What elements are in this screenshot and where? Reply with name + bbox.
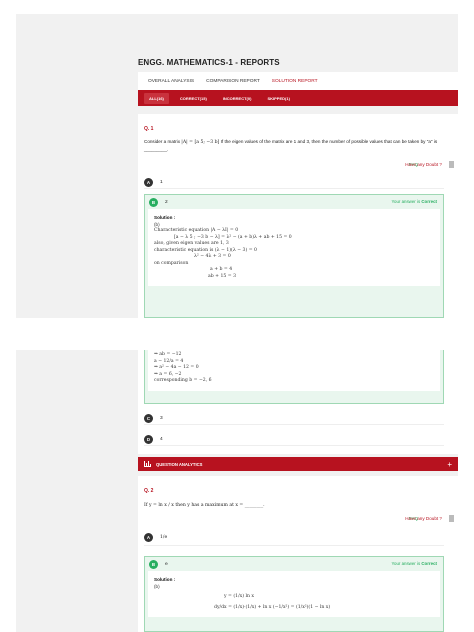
filter-incorrect[interactable]: INCORRECT(0) — [218, 93, 257, 104]
report-page-bottom: ⇒ ab = −12 a − 12/a = 4 ⇒ a² − 4a − 12 =… — [16, 350, 458, 632]
expand-icon[interactable]: + — [447, 460, 452, 469]
question-text: If y = ln x / x then y has a maximum at … — [144, 503, 265, 508]
option-value: 2 — [165, 199, 168, 205]
question-card-1: Q. 1 Consider a matrix |A| = [a 5; −3 b]… — [138, 114, 458, 318]
correct-option-b: B 2 Your answer is Correct Solution : (b… — [144, 194, 444, 318]
matrix-expression: |A| = [a 5; −3 b] — [181, 140, 220, 145]
question-analytics-bar[interactable]: QUESTION ANALYTICS + — [138, 457, 458, 471]
option-letter: A — [144, 533, 153, 542]
option-letter: B — [149, 197, 158, 207]
option-letter: C — [144, 413, 153, 423]
report-page-top: ENGG. MATHEMATICS-1 - REPORTS OVERALL AN… — [16, 14, 458, 318]
question-text-prefix: Consider a matrix — [144, 139, 180, 144]
solution-box: ⇒ ab = −12 a − 12/a = 4 ⇒ a² − 4a − 12 =… — [148, 350, 440, 391]
answer-status: Your answer is Correct — [391, 199, 438, 204]
option-value: 4 — [160, 436, 163, 442]
option-a[interactable]: A 1 — [144, 176, 444, 189]
solution-continued: ⇒ ab = −12 a − 12/a = 4 ⇒ a² − 4a − 12 =… — [144, 350, 444, 404]
solution-line: ab + 15 = 3 — [208, 273, 236, 279]
option-c[interactable]: C 3 — [144, 412, 444, 425]
solution-line: y = (1/x) ln x — [224, 594, 254, 599]
option-letter: D — [144, 434, 153, 444]
filter-correct[interactable]: CORRECT(15) — [175, 93, 212, 104]
option-d[interactable]: D 4 — [144, 433, 444, 446]
bookmark-icon[interactable] — [449, 515, 454, 522]
option-a[interactable]: A 1/e — [144, 530, 444, 546]
question-text: Consider a matrix |A| = [a 5; −3 b] If t… — [144, 138, 450, 153]
tab-overall-analysis[interactable]: OVERALL ANALYSIS — [148, 79, 194, 84]
option-letter: A — [144, 177, 153, 187]
doubt-link[interactable]: Have any Doubt ? — [405, 516, 442, 521]
option-letter: B — [149, 559, 158, 569]
option-value: e — [165, 561, 168, 567]
report-tabs: OVERALL ANALYSIS COMPARISON REPORT SOLUT… — [138, 72, 458, 90]
question-card-1-continued: ⇒ ab = −12 a − 12/a = 4 ⇒ a² − 4a − 12 =… — [138, 350, 458, 454]
solution-key: (b) — [154, 583, 160, 589]
solution-line: corresponding b = −2, 6 — [154, 378, 212, 383]
option-value: 3 — [160, 415, 163, 421]
bookmark-icon[interactable] — [449, 161, 454, 168]
bar-chart-icon — [144, 461, 151, 467]
doubt-link[interactable]: Have any Doubt ? — [405, 162, 442, 167]
question-analytics-label: QUESTION ANALYTICS — [156, 461, 203, 467]
filter-skipped[interactable]: SKIPPED(1) — [262, 93, 294, 104]
tab-comparison-report[interactable]: COMPARISON REPORT — [206, 79, 260, 84]
filter-all[interactable]: ALL(16) — [144, 92, 169, 104]
solution-box: Solution : (b) Characteristic equation |… — [148, 209, 440, 286]
tab-solution-report[interactable]: SOLUTION REPORT — [272, 79, 318, 84]
correct-option-b: B e Your answer is Correct Solution : (b… — [144, 556, 444, 632]
option-value: 1/e — [160, 535, 168, 540]
answer-status: Your answer is Correct — [391, 561, 438, 566]
solution-box: Solution : (b) y = (1/x) ln x dy/dx = (1… — [148, 571, 440, 617]
question-number: Q. 1 — [144, 126, 154, 132]
question-number: Q. 2 — [144, 488, 154, 494]
question-card-2: Q. 2 If y = ln x / x then y has a maximu… — [138, 476, 458, 632]
solution-line: dy/dx = (1/x)·(1/x) + ln x (−1/x²) = (1/… — [214, 604, 331, 610]
page-title: ENGG. MATHEMATICS-1 - REPORTS — [138, 58, 280, 67]
option-value: 1 — [160, 179, 163, 185]
filter-tabs: ALL(16) CORRECT(15) INCORRECT(0) SKIPPED… — [138, 90, 458, 106]
